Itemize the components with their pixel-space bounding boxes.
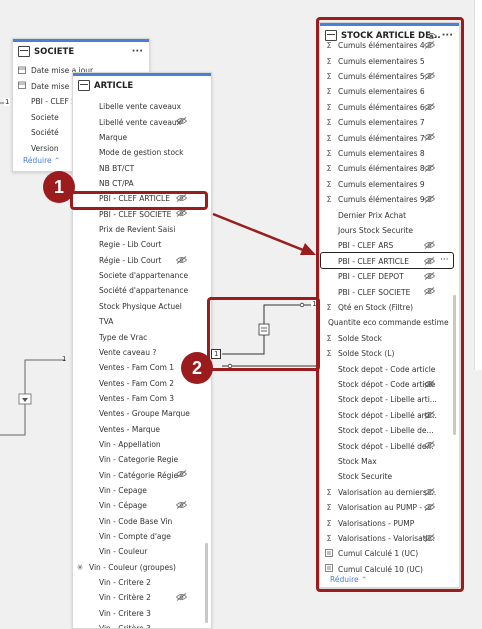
callout-badge-2: 2 (181, 352, 213, 384)
offscreen-card-edge (474, 0, 482, 370)
highlight-stock-card (316, 17, 464, 592)
highlight-article-key (70, 191, 208, 210)
highlight-relationship (207, 297, 320, 371)
field-more-options-icon[interactable]: ··· (440, 255, 449, 265)
callout-badge-1: 1 (43, 171, 75, 203)
selected-field-stock-clef-article (320, 252, 454, 269)
